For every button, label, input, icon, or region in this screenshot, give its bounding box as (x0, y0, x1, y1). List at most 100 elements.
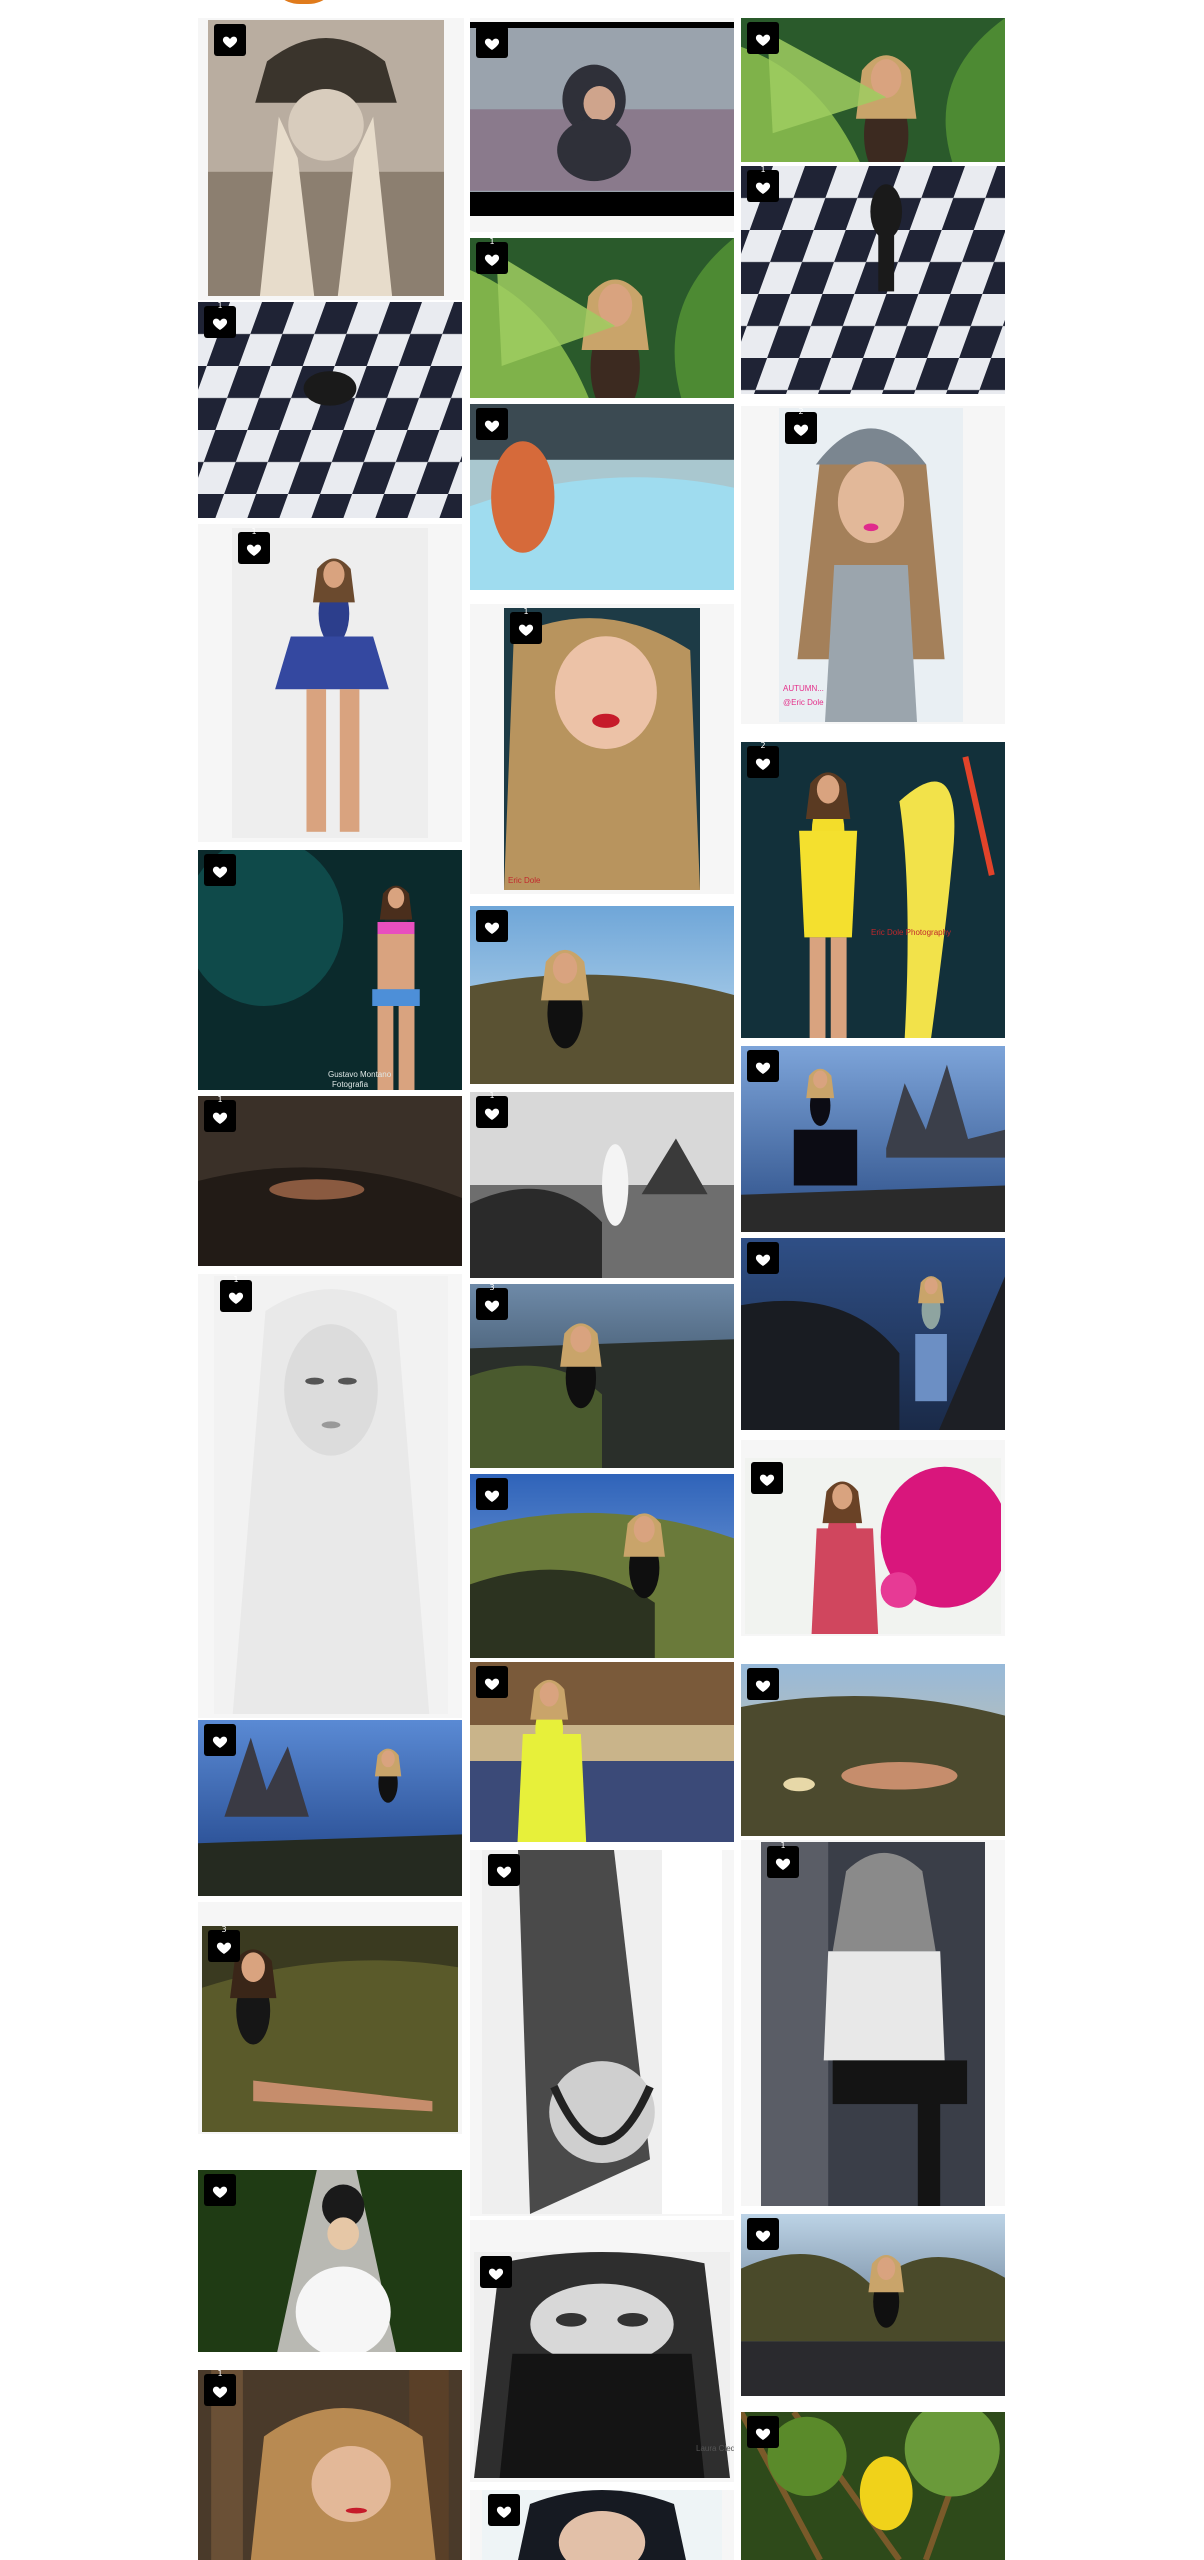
heart-icon (222, 34, 238, 50)
photo-tile[interactable] (741, 1238, 1005, 1430)
photo-image[interactable] (482, 1850, 722, 2214)
photo-image[interactable] (779, 408, 963, 722)
photo-tile[interactable] (198, 2170, 462, 2352)
like-button[interactable]: 1 (476, 238, 508, 274)
photo-tile[interactable] (198, 1720, 462, 1896)
like-button[interactable]: 1 (220, 1276, 252, 1312)
like-button[interactable]: 1 (204, 302, 236, 338)
photo-tile[interactable]: 1 (198, 1096, 462, 1266)
photo-image[interactable] (741, 166, 1005, 394)
photo-tile[interactable]: 1 (741, 1840, 1005, 2206)
like-button[interactable]: 3 (476, 1284, 508, 1320)
like-button[interactable] (204, 2174, 236, 2206)
photo-image[interactable] (202, 1926, 458, 2132)
photo-image[interactable] (470, 22, 734, 216)
photo-image[interactable] (214, 1276, 448, 1714)
photo-image[interactable] (470, 1662, 734, 1842)
photo-tile[interactable] (741, 1664, 1005, 1836)
photo-image[interactable] (470, 1284, 734, 1468)
like-button[interactable]: 1 (238, 528, 270, 564)
photo-image[interactable] (198, 850, 462, 1090)
photo-tile[interactable] (470, 18, 734, 232)
photo-image[interactable] (470, 1474, 734, 1658)
profile-avatar-partial[interactable] (268, 0, 340, 4)
photo-tile[interactable]: 1 (198, 2370, 462, 2560)
photo-tile[interactable] (741, 2412, 1005, 2560)
photo-image[interactable] (198, 2370, 462, 2560)
photo-tile[interactable]: 1 (198, 524, 462, 842)
like-button[interactable]: 1 (204, 1096, 236, 1132)
photo-image[interactable] (470, 1092, 734, 1278)
photo-tile[interactable] (741, 18, 1005, 162)
like-button[interactable] (214, 24, 246, 56)
photo-image[interactable] (198, 2170, 462, 2352)
photo-image[interactable] (198, 302, 462, 518)
photo-image[interactable] (470, 238, 734, 398)
photo-image[interactable] (741, 2214, 1005, 2396)
photo-image[interactable] (741, 1238, 1005, 1430)
like-button[interactable] (747, 1242, 779, 1274)
like-button[interactable]: 2 (785, 408, 817, 444)
photo-tile[interactable]: 1 (470, 238, 734, 398)
photo-tile[interactable] (741, 1440, 1005, 1636)
like-button[interactable] (488, 1854, 520, 1886)
photo-tile[interactable] (470, 404, 734, 590)
like-button[interactable]: 1 (204, 2370, 236, 2406)
photo-image[interactable] (198, 1720, 462, 1896)
like-button[interactable] (476, 1478, 508, 1510)
photo-tile[interactable] (198, 18, 464, 300)
photo-tile[interactable] (470, 1662, 734, 1842)
photo-tile[interactable]: 1 Eric Dole (470, 604, 734, 894)
photo-tile[interactable] (470, 1850, 734, 2216)
photo-tile[interactable]: 2 AUTUMN... @Eric Dole (741, 406, 1005, 724)
photo-image[interactable] (741, 742, 1005, 1038)
photo-tile[interactable] (470, 906, 734, 1084)
photo-tile[interactable]: 1 (470, 1092, 734, 1278)
like-button[interactable] (747, 2416, 779, 2448)
like-button[interactable]: 1 (476, 1092, 508, 1128)
like-button[interactable] (747, 2218, 779, 2250)
like-button[interactable]: 2 (747, 742, 779, 778)
like-button[interactable] (480, 2256, 512, 2288)
like-button[interactable] (747, 1668, 779, 1700)
photo-image[interactable] (198, 1096, 462, 1266)
photo-tile[interactable]: 1 (198, 1274, 462, 1718)
photo-tile[interactable]: 2 Eric Dole Photography (741, 742, 1005, 1038)
like-button[interactable] (747, 1050, 779, 1082)
like-button[interactable] (476, 1666, 508, 1698)
photo-tile[interactable]: 1 (741, 166, 1005, 394)
photo-image[interactable] (474, 2252, 730, 2478)
like-button[interactable] (476, 408, 508, 440)
photo-image[interactable] (504, 608, 700, 890)
photo-tile[interactable] (470, 2490, 734, 2560)
photo-image[interactable] (470, 404, 734, 590)
photo-tile[interactable]: 3 (198, 1902, 462, 2134)
photo-tile[interactable]: Gustavo Montano Fotografia (198, 850, 462, 1090)
photo-tile[interactable] (741, 1046, 1005, 1232)
like-button[interactable] (751, 1462, 783, 1494)
photo-tile[interactable]: Laura Cledo (470, 2220, 734, 2482)
like-button[interactable] (476, 910, 508, 942)
photo-image[interactable] (470, 906, 734, 1084)
like-button[interactable]: 1 (747, 166, 779, 202)
photo-image[interactable] (761, 1842, 985, 2206)
like-button[interactable] (476, 26, 508, 58)
like-button[interactable] (488, 2494, 520, 2526)
photo-image[interactable] (208, 20, 444, 296)
like-button[interactable] (747, 22, 779, 54)
photo-image[interactable] (232, 528, 428, 838)
like-button[interactable]: 1 (767, 1842, 799, 1878)
photo-image[interactable] (741, 1046, 1005, 1232)
photo-image[interactable] (741, 18, 1005, 162)
like-button[interactable] (204, 854, 236, 886)
photo-image[interactable] (745, 1458, 1001, 1634)
like-button[interactable]: 1 (510, 608, 542, 644)
photo-image[interactable] (741, 1664, 1005, 1836)
photo-tile[interactable]: 3 (470, 1284, 734, 1468)
photo-tile[interactable]: 1 (198, 302, 462, 518)
photo-image[interactable] (741, 2412, 1005, 2560)
photo-tile[interactable] (470, 1474, 734, 1658)
like-button[interactable]: 3 (208, 1926, 240, 1962)
photo-tile[interactable] (741, 2214, 1005, 2396)
like-button[interactable] (204, 1724, 236, 1756)
